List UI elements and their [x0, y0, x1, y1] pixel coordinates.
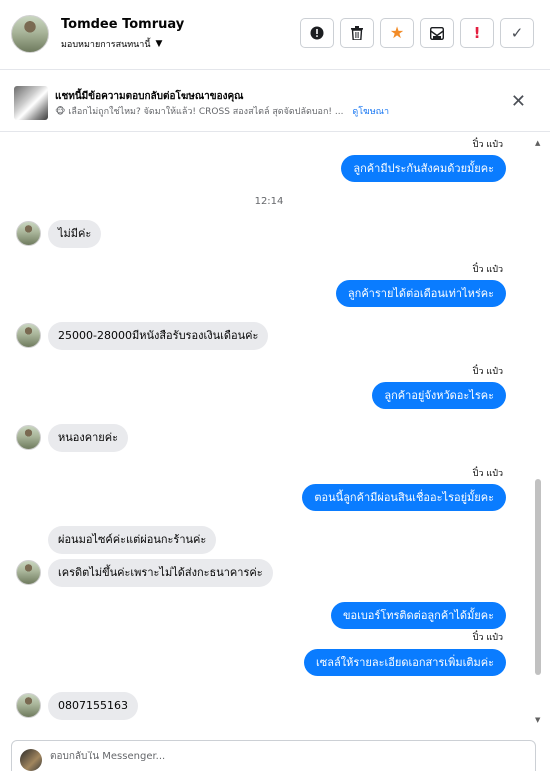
header-actions: ★ ! ✓ [300, 18, 534, 48]
incoming-message[interactable]: ผ่อนมอไซค์ค่ะแต่ผ่อนกะร้านค่ะ [48, 526, 217, 554]
scroll-down-arrow-icon[interactable]: ▼ [535, 716, 540, 724]
ad-banner-text-row: 🐵 เลือกไม่ถูกใช่ไหม? จัดมาให้แล้ว! CROSS… [55, 104, 389, 118]
mark-done-button[interactable]: ✓ [500, 18, 534, 48]
archive-envelope-icon [430, 26, 444, 40]
page-avatar [20, 749, 42, 771]
contact-avatar-small[interactable] [16, 323, 41, 348]
important-icon: ! [473, 24, 481, 42]
star-icon: ★ [389, 23, 405, 42]
ad-banner-text: 🐵 เลือกไม่ถูกใช่ไหม? จัดมาให้แล้ว! CROSS… [55, 107, 344, 117]
incoming-message[interactable]: ไม่มีค่ะ [48, 220, 102, 248]
outgoing-message[interactable]: ขอเบอร์โทรติดต่อลูกค้าได้มั้ยคะ [330, 602, 506, 629]
reply-composer [11, 740, 536, 771]
sender-label: ปิ๋ว แป๋ว [472, 469, 503, 479]
star-button[interactable]: ★ [380, 18, 414, 48]
assign-label: มอบหมายการสนทนานี้ [61, 40, 151, 50]
trash-icon [351, 26, 363, 40]
contact-avatar-small[interactable] [16, 693, 41, 718]
sender-label: ปิ๋ว แป๋ว [472, 633, 503, 643]
timestamp-divider: 12:14 [254, 196, 284, 207]
close-icon[interactable]: ✕ [511, 91, 526, 112]
contact-avatar-small[interactable] [16, 425, 41, 450]
view-ad-link[interactable]: ดูโฆษณา [352, 107, 389, 117]
outgoing-message[interactable]: ตอนนี้ลูกค้ามีผ่อนสินเชื่ออะไรอยู่มั้ยคะ [302, 484, 506, 511]
messenger-chat-window: Tomdee Tomruay มอบหมายการสนทนานี้ ▼ ★ ! … [0, 0, 550, 771]
check-icon: ✓ [510, 24, 524, 42]
scroll-up-arrow-icon[interactable]: ▲ [535, 139, 540, 147]
outgoing-message[interactable]: ลูกค้าอยู่จังหวัดอะไรคะ [372, 382, 506, 409]
outgoing-message[interactable]: ลูกค้ารายได้ต่อเดือนเท่าไหร่คะ [335, 280, 506, 307]
incoming-message[interactable]: เครดิตไม่ขึ้นค่ะเพราะไม่ได้ส่งกะธนาคารค่… [48, 559, 273, 587]
contact-avatar-small[interactable] [16, 560, 41, 585]
report-button[interactable] [300, 18, 334, 48]
scrollbar-thumb[interactable] [535, 479, 541, 675]
sender-label: ปิ๋ว แป๋ว [472, 265, 503, 275]
caret-down-icon: ▼ [155, 39, 163, 49]
sender-label: ปิ๋ว แป๋ว [472, 140, 503, 150]
ad-banner-title: แชทนี้มีข้อความตอบกลับต่อโฆษณาของคุณ [55, 91, 244, 102]
incoming-message[interactable]: 25000-28000มีหนังสือรับรองเงินเดือนค่ะ [48, 322, 269, 350]
mark-important-button[interactable]: ! [460, 18, 494, 48]
message-thread[interactable]: ปิ๋ว แป๋ว ลูกค้ามีประกันสังคมด้วยมั้ยคะ … [0, 133, 533, 730]
ad-thumbnail[interactable] [14, 86, 48, 120]
move-to-inbox-button[interactable] [420, 18, 454, 48]
incoming-message[interactable]: หนองคายค่ะ [48, 424, 128, 452]
outgoing-message[interactable]: เซลล์ให้รายละเอียดเอกสารเพิ่มเติมค่ะ [304, 649, 506, 676]
report-icon [310, 26, 324, 40]
chat-header: Tomdee Tomruay มอบหมายการสนทนานี้ ▼ ★ ! … [0, 0, 550, 70]
ad-reply-banner: แชทนี้มีข้อความตอบกลับต่อโฆษณาของคุณ 🐵 เ… [0, 71, 550, 132]
sender-label: ปิ๋ว แป๋ว [472, 367, 503, 377]
outgoing-message[interactable]: ลูกค้ามีประกันสังคมด้วยมั้ยคะ [341, 155, 506, 182]
delete-button[interactable] [340, 18, 374, 48]
incoming-message[interactable]: 0807155163 [48, 692, 138, 720]
contact-name[interactable]: Tomdee Tomruay [61, 17, 184, 32]
contact-avatar-small[interactable] [16, 221, 41, 246]
assign-conversation-dropdown[interactable]: มอบหมายการสนทนานี้ ▼ [61, 37, 162, 51]
contact-avatar[interactable] [11, 15, 49, 53]
reply-input[interactable] [50, 751, 520, 762]
